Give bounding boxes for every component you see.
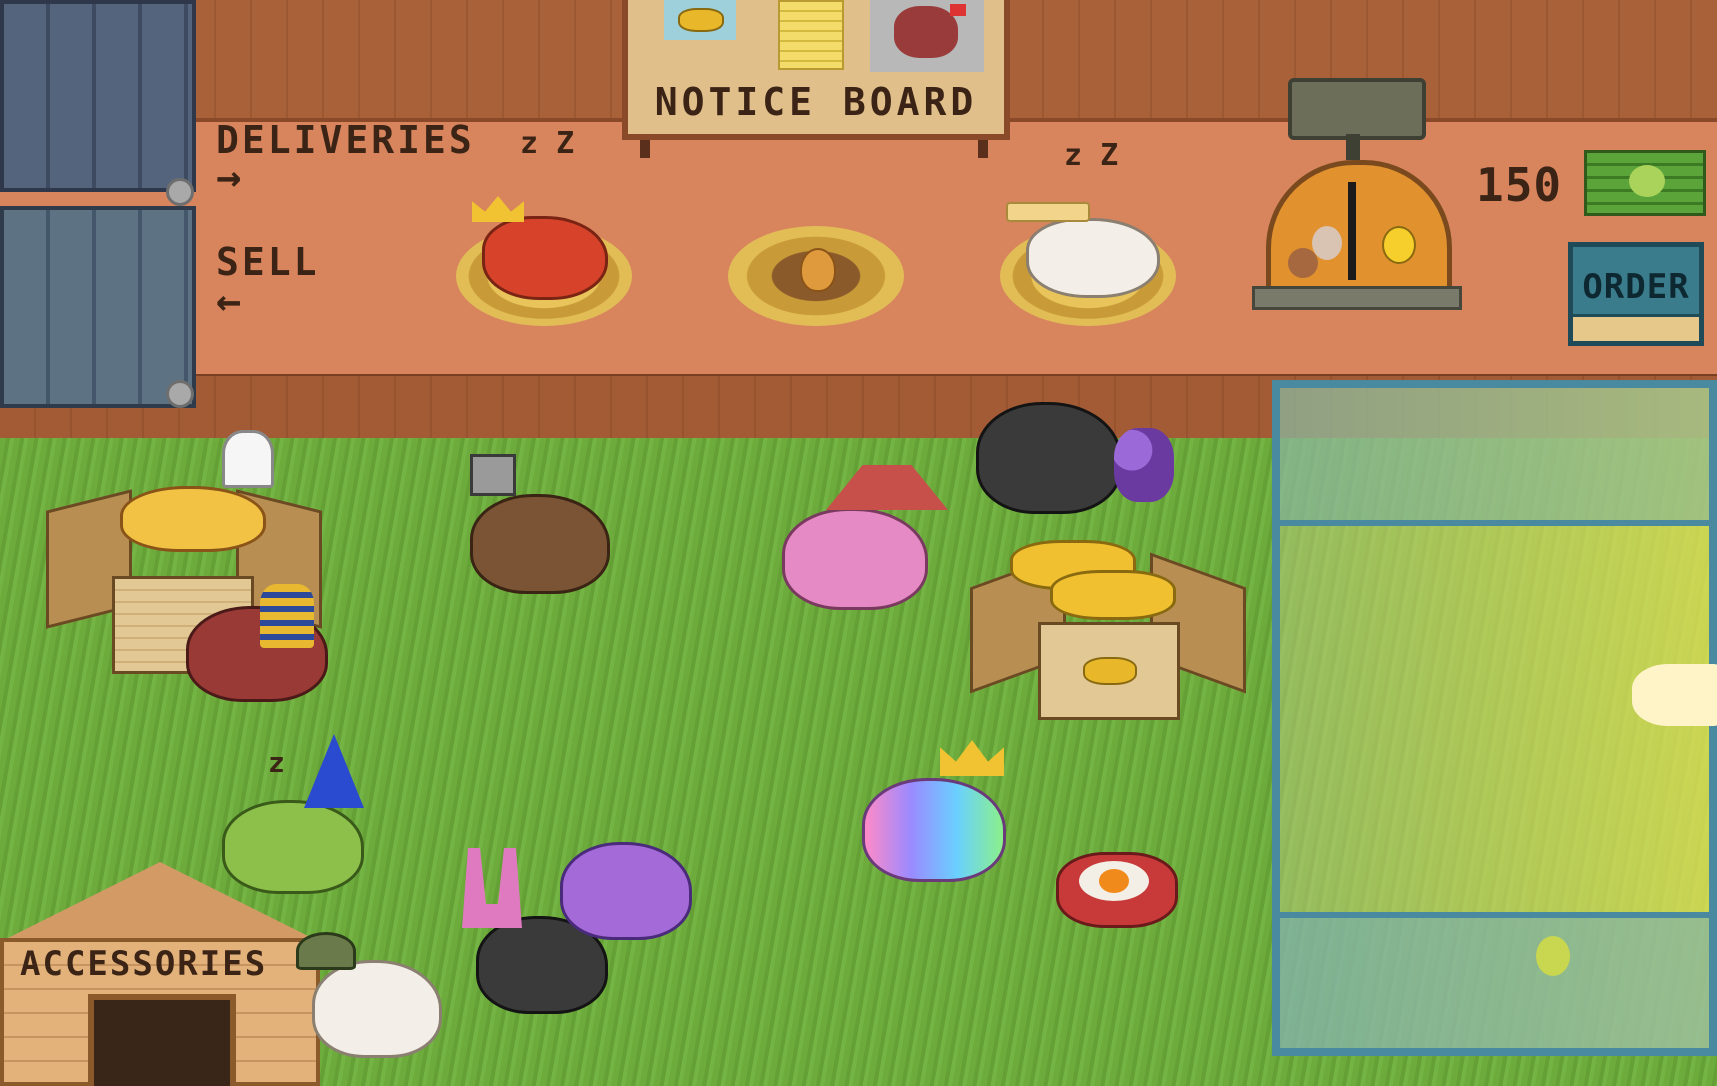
hen-black-lei[interactable] — [976, 402, 1122, 514]
white-egg-icon — [1312, 226, 1342, 260]
nest-2[interactable] — [728, 196, 904, 326]
chick-icon — [1382, 226, 1416, 264]
crown-icon — [472, 196, 524, 222]
grapes-icon — [1114, 428, 1174, 502]
accessories-shed[interactable]: ACCESSORIES — [0, 862, 320, 1086]
bolt-icon — [166, 380, 194, 408]
hen-top-hat[interactable] — [470, 494, 610, 594]
arrow-left-icon: ← — [216, 276, 245, 325]
chef-hat-icon — [222, 430, 274, 488]
corn-feed-box[interactable] — [970, 530, 1246, 720]
poster-note-icon — [778, 0, 844, 70]
nest-1[interactable] — [456, 196, 632, 326]
order-button[interactable]: ORDER — [1568, 242, 1704, 346]
delivery-truck-top[interactable] — [0, 0, 196, 192]
corn-label-icon — [1083, 657, 1137, 685]
accessories-label: ACCESSORIES — [20, 944, 268, 984]
corn-icon — [1050, 570, 1176, 620]
pharaoh-headdress-icon — [260, 584, 314, 648]
nest-3[interactable] — [1000, 196, 1176, 326]
hen-white-helmet[interactable] — [312, 960, 442, 1058]
poster-corn-icon — [664, 0, 736, 40]
egg-scale[interactable] — [1248, 78, 1462, 316]
bolt-icon — [166, 178, 194, 206]
money-amount: 150 — [1476, 158, 1563, 212]
order-button-label: ORDER — [1582, 267, 1690, 307]
notice-board-leg — [640, 140, 650, 158]
hen-wizard-sleeping[interactable] — [222, 800, 364, 894]
delivery-truck-bottom[interactable] — [0, 206, 196, 408]
notice-board[interactable]: NOTICE BOARD — [622, 0, 1010, 140]
sleep-indicator: z Z — [520, 126, 575, 161]
hen-rainbow-crowned[interactable] — [862, 778, 1006, 882]
money-stack-icon — [1584, 150, 1706, 216]
fried-egg-food[interactable] — [1056, 852, 1178, 928]
notice-board-leg — [978, 140, 988, 158]
hen-crowned-sleeping[interactable] — [482, 216, 608, 300]
sleep-indicator: z Z — [1064, 138, 1119, 173]
helmet-icon — [296, 932, 356, 970]
heat-lamp-icon — [1632, 664, 1717, 726]
shed-door[interactable] — [88, 994, 236, 1086]
hen-chef-hat[interactable] — [120, 486, 266, 552]
top-hat-icon — [470, 454, 516, 496]
hen-purple-lei[interactable] — [560, 842, 692, 940]
notice-board-title: NOTICE BOARD — [654, 80, 978, 124]
game-scene: DELIVERIES → SELL ← NOTICE BOARD z Z z Z — [0, 0, 1717, 1086]
hen-pirate-hat[interactable] — [782, 508, 928, 610]
hen-white-sleeping[interactable] — [1026, 218, 1160, 298]
arrow-right-icon: → — [216, 152, 245, 201]
sleep-indicator: z — [268, 746, 285, 779]
deliveries-label[interactable]: DELIVERIES — [216, 118, 475, 162]
egg-yolk-icon — [1099, 869, 1129, 893]
incubator-box[interactable] — [1272, 380, 1717, 1056]
straw-hat-icon — [1006, 202, 1090, 222]
egg-icon[interactable] — [800, 248, 836, 292]
poster-hen-icon — [870, 0, 984, 72]
chick-icon[interactable] — [1536, 936, 1570, 976]
brown-egg-icon — [1288, 248, 1318, 278]
